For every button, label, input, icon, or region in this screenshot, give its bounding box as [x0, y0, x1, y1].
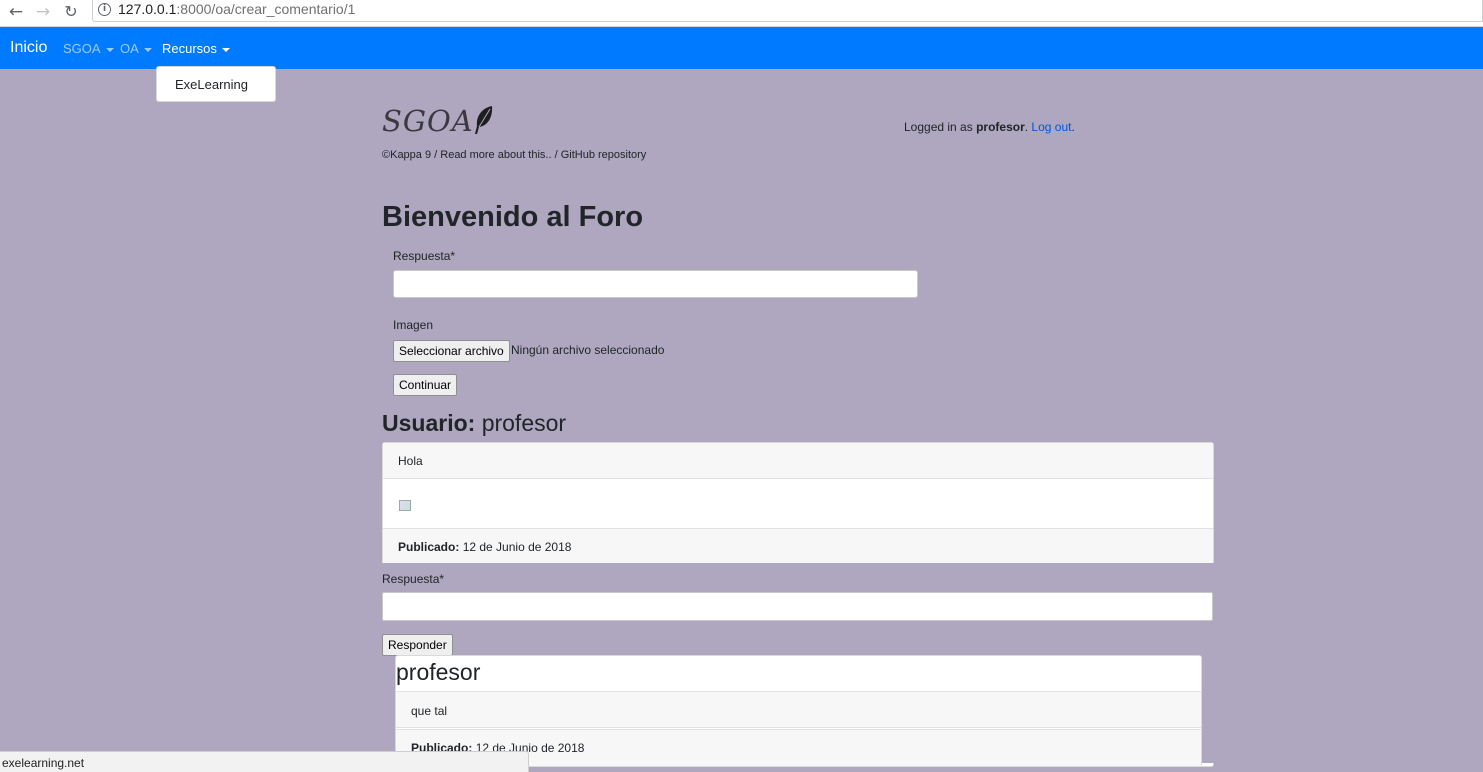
reply-input[interactable] — [382, 592, 1213, 621]
browser-toolbar: ← → ↻ i 127.0.0.1:8000/oa/crear_comentar… — [0, 0, 1483, 27]
reply-body: que tal — [396, 691, 1201, 728]
comment-footer: Publicado: 12 de Junio de 2018 — [383, 528, 1213, 564]
user-heading: Usuario: profesor — [382, 410, 567, 436]
page-title: Bienvenido al Foro — [382, 201, 644, 233]
select-file-button[interactable]: Seleccionar archivo — [393, 340, 510, 362]
file-status: Ningún archivo seleccionado — [511, 343, 665, 357]
browser-status-bar: exelearning.net — [0, 751, 529, 772]
reload-icon[interactable]: ↻ — [61, 2, 81, 22]
responder-button[interactable]: Responder — [382, 634, 453, 656]
reply-text: que tal — [411, 704, 448, 718]
reply-author: profesor — [396, 659, 481, 685]
caret-down-icon — [105, 47, 114, 52]
nav-dropdown-sgoa[interactable]: SGOA — [63, 41, 114, 56]
comment-published: Publicado: 12 de Junio de 2018 — [398, 540, 572, 554]
dropdown-item-exelearning[interactable]: ExeLearning — [175, 77, 248, 92]
nav-dropdown-recursos[interactable]: Recursos — [162, 41, 230, 56]
recursos-dropdown-menu: ExeLearning — [156, 66, 276, 102]
broken-image-icon — [399, 500, 411, 511]
login-info: Logged in as profesor. Log out. — [904, 120, 1075, 134]
caret-down-icon — [143, 47, 152, 52]
nav-dropdown-oa[interactable]: OA — [120, 41, 152, 56]
top-navbar: Inicio SGOA OA Recursos — [0, 27, 1483, 69]
info-icon[interactable]: i — [98, 3, 111, 16]
forward-arrow-icon[interactable]: → — [33, 2, 53, 22]
feather-icon — [475, 106, 493, 134]
imagen-label: Imagen — [393, 318, 434, 332]
continuar-button[interactable]: Continuar — [393, 374, 458, 396]
address-bar[interactable]: i 127.0.0.1:8000/oa/crear_comentario/1 — [92, 0, 1483, 22]
logout-link[interactable]: Log out — [1031, 120, 1071, 134]
sgoa-logo: SGOA — [382, 104, 474, 138]
respuesta-label: Respuesta* — [393, 249, 456, 263]
url-text: 127.0.0.1:8000/oa/crear_comentario/1 — [118, 1, 356, 17]
status-url: exelearning.net — [2, 756, 85, 770]
comment-header: Hola — [383, 443, 1213, 479]
comment-text: Hola — [398, 454, 423, 468]
reply-label: Respuesta* — [382, 572, 445, 586]
site-links[interactable]: ©Kappa 9 / Read more about this.. / GitH… — [382, 149, 646, 161]
nav-brand-inicio[interactable]: Inicio — [10, 39, 47, 57]
back-arrow-icon[interactable]: ← — [6, 2, 26, 22]
respuesta-input[interactable] — [393, 270, 918, 298]
caret-down-icon — [221, 47, 230, 52]
